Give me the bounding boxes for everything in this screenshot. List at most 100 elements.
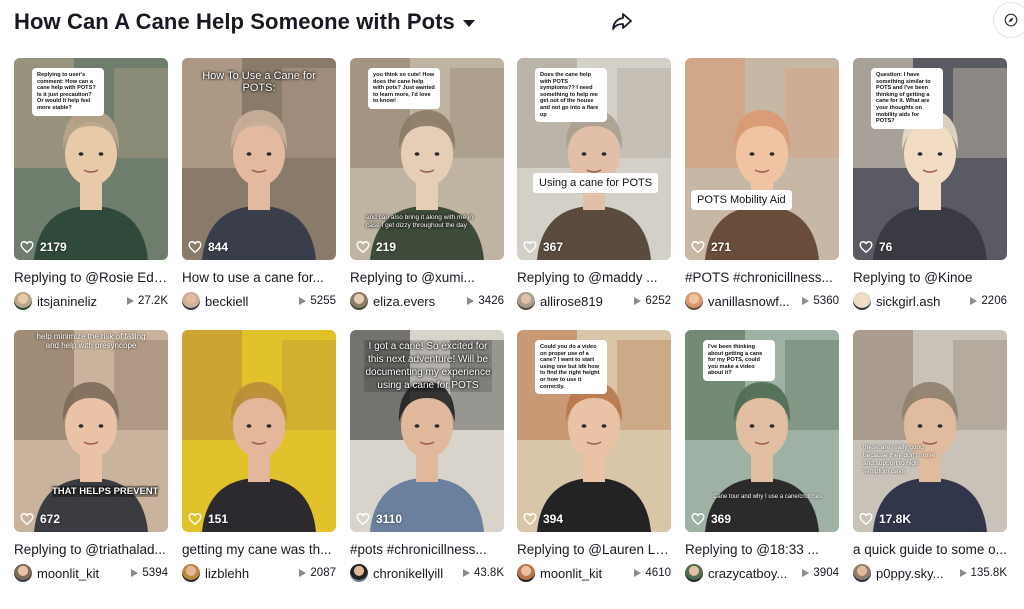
video-caption[interactable]: How to use a cane for... — [182, 270, 336, 286]
author-name[interactable]: crazycatboy... — [708, 566, 798, 581]
author-name[interactable]: p0ppy.sky... — [876, 566, 956, 581]
author-name[interactable]: moonlit_kit — [540, 566, 630, 581]
video-card[interactable]: help minimize the risk of falling and he… — [14, 330, 168, 582]
avatar[interactable] — [517, 292, 535, 310]
avatar[interactable] — [182, 292, 200, 310]
play-icon — [126, 297, 134, 305]
video-caption[interactable]: Replying to @triathalad... — [14, 542, 168, 558]
reply-comment-bubble: I've been thinking about getting a cane … — [703, 340, 775, 381]
view-count: 3426 — [467, 295, 504, 307]
author-name[interactable]: lizblehh — [205, 566, 295, 581]
heart-icon — [859, 513, 873, 526]
view-count: 135.8K — [959, 567, 1007, 579]
play-icon — [959, 569, 967, 577]
video-thumbnail[interactable]: Could you do a video on proper use of a … — [517, 330, 671, 532]
like-count-value: 219 — [376, 240, 397, 254]
video-card[interactable]: How To Use a Cane for POTS: 844 How to use… — [182, 58, 336, 310]
header: How Can A Cane Help Someone with Pots — [14, 6, 475, 38]
video-card[interactable]: I got a cane! So excited for this next a… — [350, 330, 504, 582]
like-count: 151 — [188, 512, 228, 526]
avatar[interactable] — [685, 292, 703, 310]
heart-icon — [356, 513, 370, 526]
avatar[interactable] — [853, 564, 871, 582]
reply-comment-bubble: Replying to user's comment: How can a ca… — [32, 68, 104, 116]
avatar[interactable] — [517, 564, 535, 582]
video-caption[interactable]: getting my cane was th... — [182, 542, 336, 558]
video-caption[interactable]: #POTS #chronicillness... — [685, 270, 839, 286]
author-name[interactable]: eliza.evers — [373, 294, 463, 309]
video-caption[interactable]: Replying to @Rosie Edg... — [14, 270, 168, 286]
author-name[interactable]: itsjanineliz — [37, 294, 123, 309]
video-thumbnail[interactable]: 151 — [182, 330, 336, 532]
video-caption[interactable]: Replying to @xumi... — [350, 270, 504, 286]
compass-icon[interactable] — [993, 2, 1024, 38]
avatar[interactable] — [350, 292, 368, 310]
view-count-value: 5255 — [310, 295, 336, 307]
video-thumbnail[interactable]: Does the cane help with POTS symptoms?? … — [517, 58, 671, 260]
author-name[interactable]: vanillasnowf... — [708, 294, 798, 309]
video-meta: chronikellyill 43.8K — [350, 564, 504, 582]
video-card[interactable]: Could you do a video on proper use of a … — [517, 330, 671, 582]
heart-icon — [691, 241, 705, 254]
video-card[interactable]: Question: I have something similar to PO… — [853, 58, 1007, 310]
video-card[interactable]: I've been thinking about getting a cane … — [685, 330, 839, 582]
view-count-value: 3904 — [813, 567, 839, 579]
video-thumbnail[interactable]: I've been thinking about getting a cane … — [685, 330, 839, 532]
video-caption[interactable]: #pots #chronicillness... — [350, 542, 504, 558]
author-name[interactable]: beckiell — [205, 294, 295, 309]
video-meta: allirose819 6252 — [517, 292, 671, 310]
view-count-value: 6252 — [645, 295, 671, 307]
video-caption[interactable]: Replying to @Lauren Le... — [517, 542, 671, 558]
author-name[interactable]: moonlit_kit — [37, 566, 127, 581]
view-count: 4610 — [634, 567, 671, 579]
play-icon — [467, 297, 475, 305]
view-count-value: 2206 — [981, 295, 1007, 307]
video-caption[interactable]: a quick guide to some o... — [853, 542, 1007, 558]
avatar[interactable] — [350, 564, 368, 582]
view-count-value: 4610 — [645, 567, 671, 579]
video-card[interactable]: Replying to user's comment: How can a ca… — [14, 58, 168, 310]
heart-icon — [188, 513, 202, 526]
avatar[interactable] — [182, 564, 200, 582]
video-card[interactable]: Does the cane help with POTS symptoms?? … — [517, 58, 671, 310]
chevron-down-icon[interactable] — [462, 19, 475, 27]
avatar[interactable] — [853, 292, 871, 310]
reply-comment-bubble: Question: I have something similar to PO… — [871, 68, 943, 129]
avatar[interactable] — [14, 292, 32, 310]
author-name[interactable]: chronikellyill — [373, 566, 459, 581]
video-meta: vanillasnowf... 5360 — [685, 292, 839, 310]
overlay-caption: THAT HELPS PREVENT — [52, 486, 159, 497]
heart-icon — [356, 241, 370, 254]
video-caption[interactable]: Replying to @maddy ... — [517, 270, 671, 286]
video-thumbnail[interactable]: Replying to user's comment: How can a ca… — [14, 58, 168, 260]
video-thumbnail[interactable]: POTS Mobility Aid 271 — [685, 58, 839, 260]
author-name[interactable]: sickgirl.ash — [876, 294, 966, 309]
video-thumbnail[interactable]: you think so cute! How does the cane hel… — [350, 58, 504, 260]
like-count-value: 3110 — [376, 512, 403, 526]
video-thumbnail[interactable]: I got a cane! So excited for this next a… — [350, 330, 504, 532]
author-name[interactable]: allirose819 — [540, 294, 630, 309]
heart-icon — [20, 241, 34, 254]
video-thumbnail[interactable]: these are really good because they don't… — [853, 330, 1007, 532]
video-caption[interactable]: Replying to @Kinoe — [853, 270, 1007, 286]
like-count-value: 394 — [543, 512, 564, 526]
play-icon — [970, 297, 978, 305]
video-meta: crazycatboy... 3904 — [685, 564, 839, 582]
video-caption[interactable]: Replying to @18:33 ... — [685, 542, 839, 558]
video-thumbnail[interactable]: help minimize the risk of falling and he… — [14, 330, 168, 532]
avatar[interactable] — [685, 564, 703, 582]
video-meta: eliza.evers 3426 — [350, 292, 504, 310]
video-meta: lizblehh 2087 — [182, 564, 336, 582]
video-card[interactable]: 151 getting my cane was th... lizblehh 2087 — [182, 330, 336, 582]
video-card[interactable]: these are really good because they don't… — [853, 330, 1007, 582]
overlay-caption: I got a cane! So excited for this next a… — [364, 340, 492, 392]
play-icon — [462, 569, 470, 577]
video-card[interactable]: POTS Mobility Aid 271 #POTS #chronicillnes… — [685, 58, 839, 310]
video-thumbnail[interactable]: How To Use a Cane for POTS: 844 — [182, 58, 336, 260]
avatar[interactable] — [14, 564, 32, 582]
like-count-value: 672 — [40, 512, 61, 526]
video-thumbnail[interactable]: Question: I have something similar to PO… — [853, 58, 1007, 260]
share-arrow-icon[interactable] — [610, 9, 634, 33]
overlay-caption: and can also bring it along with me in c… — [366, 214, 473, 229]
video-card[interactable]: you think so cute! How does the cane hel… — [350, 58, 504, 310]
